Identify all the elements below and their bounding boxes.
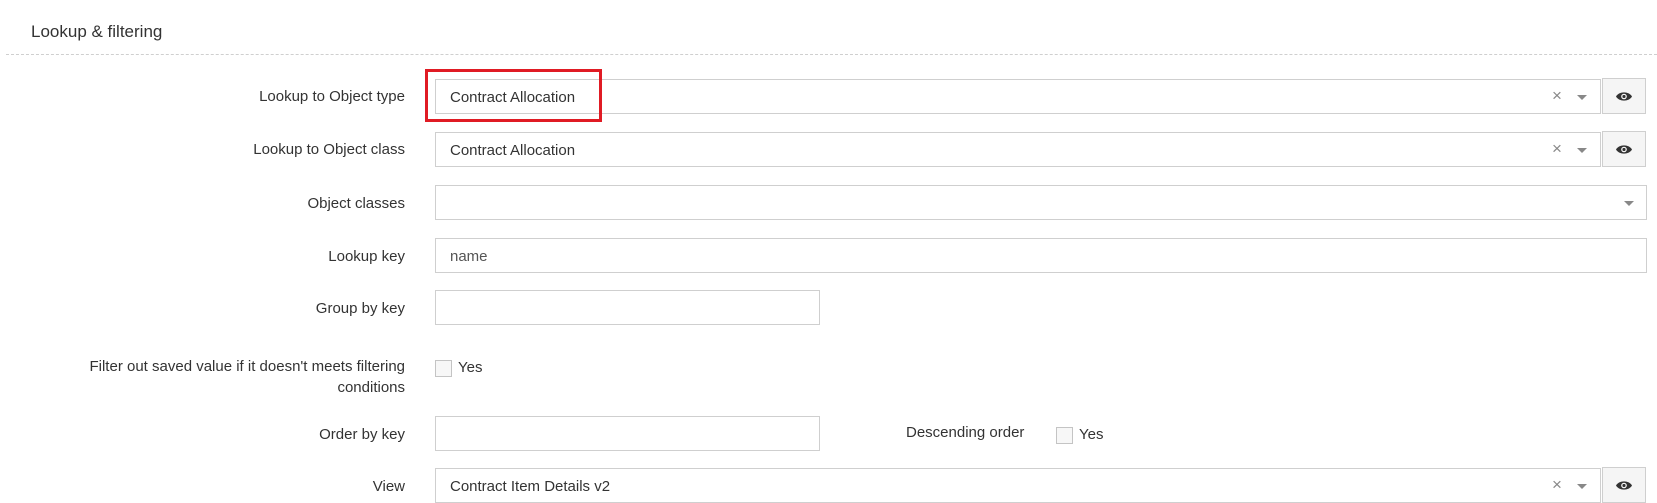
descending-order-label: Descending order	[906, 424, 1025, 441]
clear-icon[interactable]: ×	[1552, 86, 1562, 106]
chevron-down-icon[interactable]	[1577, 95, 1587, 100]
descending-order-checkbox[interactable]	[1056, 427, 1073, 444]
eye-icon	[1616, 91, 1632, 101]
filter-saved-label-line2: conditions	[337, 379, 405, 396]
order-by-key-label: Order by key	[319, 426, 405, 443]
clear-icon[interactable]: ×	[1552, 139, 1562, 159]
lookup-object-type-select[interactable]: Contract Allocation ×	[435, 79, 1601, 114]
view-label: View	[372, 478, 405, 495]
view-preview-button[interactable]	[1602, 467, 1646, 503]
view-value: Contract Item Details v2	[450, 478, 611, 495]
chevron-down-icon[interactable]	[1624, 201, 1634, 206]
object-classes-select[interactable]	[435, 185, 1647, 220]
view-object-class-button[interactable]	[1602, 131, 1646, 167]
order-by-key-input[interactable]	[435, 416, 820, 451]
view-select[interactable]: Contract Item Details v2 ×	[435, 468, 1601, 503]
chevron-down-icon[interactable]	[1577, 148, 1587, 153]
lookup-key-label: Lookup key	[328, 248, 405, 265]
filter-saved-checkbox[interactable]	[435, 360, 452, 377]
filter-saved-label-line1: Filter out saved value if it doesn't mee…	[89, 358, 405, 375]
chevron-down-icon[interactable]	[1577, 484, 1587, 489]
group-by-key-label: Group by key	[315, 300, 405, 317]
lookup-object-class-select[interactable]: Contract Allocation ×	[435, 132, 1601, 167]
lookup-object-class-value: Contract Allocation	[450, 142, 576, 159]
lookup-key-placeholder: name	[450, 248, 488, 265]
clear-icon[interactable]: ×	[1552, 475, 1562, 495]
lookup-key-input[interactable]: name	[435, 238, 1647, 273]
filter-saved-checkbox-label: Yes	[458, 359, 483, 376]
group-by-key-input[interactable]	[435, 290, 820, 325]
view-object-type-button[interactable]	[1602, 78, 1646, 114]
section-title: Lookup & filtering	[31, 22, 163, 41]
section-divider	[6, 54, 1657, 55]
lookup-object-type-value: Contract Allocation	[450, 89, 576, 106]
descending-order-checkbox-label: Yes	[1079, 426, 1104, 443]
eye-icon	[1616, 480, 1632, 490]
lookup-object-type-label: Lookup to Object type	[259, 88, 405, 105]
lookup-object-class-label: Lookup to Object class	[253, 141, 405, 158]
object-classes-label: Object classes	[307, 195, 405, 212]
eye-icon	[1616, 144, 1632, 154]
